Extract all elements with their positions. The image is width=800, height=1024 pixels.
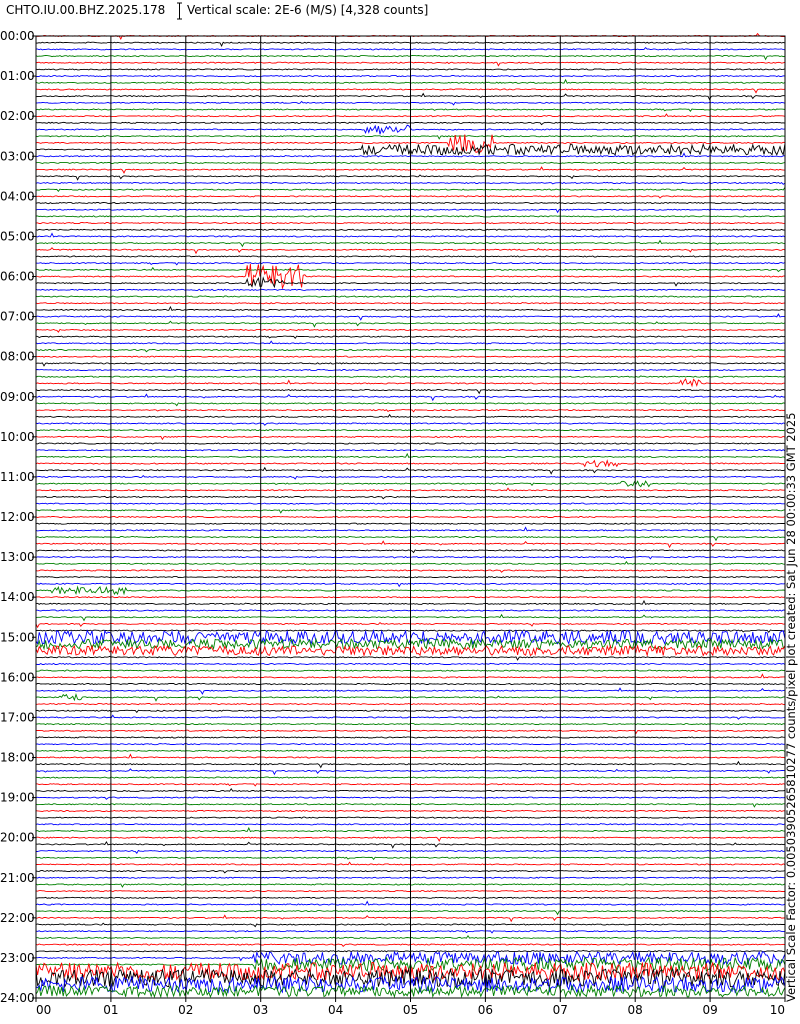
x-tick-label: 05 [403, 1003, 418, 1017]
y-tick-label: 11:00 [0, 470, 35, 484]
x-axis: 00 01 02 03 04 05 06 07 08 09 10 [35, 998, 786, 1017]
x-tick-label: 07 [553, 1003, 568, 1017]
scale-factor-note: Vertical Scale Factor: 0.005039052658102… [784, 412, 798, 1002]
y-tick-label: 23:00 [0, 951, 35, 965]
y-tick-label: 08:00 [0, 350, 35, 364]
y-tick-label: 06:00 [0, 270, 35, 284]
y-tick-label: 07:00 [0, 310, 35, 324]
y-tick-label: 24:00 [0, 991, 35, 1005]
y-tick-label: 13:00 [0, 550, 35, 564]
x-tick-label: 09 [702, 1003, 717, 1017]
y-tick-label: 04:00 [0, 189, 35, 203]
x-tick-label: 08 [628, 1003, 643, 1017]
x-tick-label: 00 [36, 1003, 51, 1017]
y-tick-label: 20:00 [0, 831, 35, 845]
seismogram-plot: 00:00 01:00 02:00 03:00 04:00 05:00 06:00 07:00… [0, 29, 786, 1017]
y-tick-label: 12:00 [0, 510, 35, 524]
y-tick-label: 00:00 [0, 29, 35, 43]
y-tick-label: 14:00 [0, 590, 35, 604]
x-tick-label: 01 [103, 1003, 118, 1017]
y-tick-label: 10:00 [0, 430, 35, 444]
y-tick-label: 01:00 [0, 69, 35, 83]
y-axis: 00:00 01:00 02:00 03:00 04:00 05:00 06:00 07:00… [0, 29, 36, 1005]
x-tick-label: 06 [478, 1003, 493, 1017]
y-tick-label: 17:00 [0, 710, 35, 724]
y-tick-label: 03:00 [0, 149, 35, 163]
y-tick-label: 21:00 [0, 871, 35, 885]
y-tick-label: 18:00 [0, 751, 35, 765]
y-tick-label: 16:00 [0, 670, 35, 684]
x-tick-label: 02 [178, 1003, 193, 1017]
y-tick-label: 15:00 [0, 630, 35, 644]
y-tick-label: 22:00 [0, 911, 35, 925]
x-tick-label: 03 [253, 1003, 268, 1017]
y-tick-label: 05:00 [0, 229, 35, 243]
y-tick-label: 09:00 [0, 390, 35, 404]
x-tick-label: 04 [328, 1003, 343, 1017]
y-tick-label: 19:00 [0, 791, 35, 805]
y-tick-label: 02:00 [0, 109, 35, 123]
x-tick-label: 10 [770, 1003, 785, 1017]
